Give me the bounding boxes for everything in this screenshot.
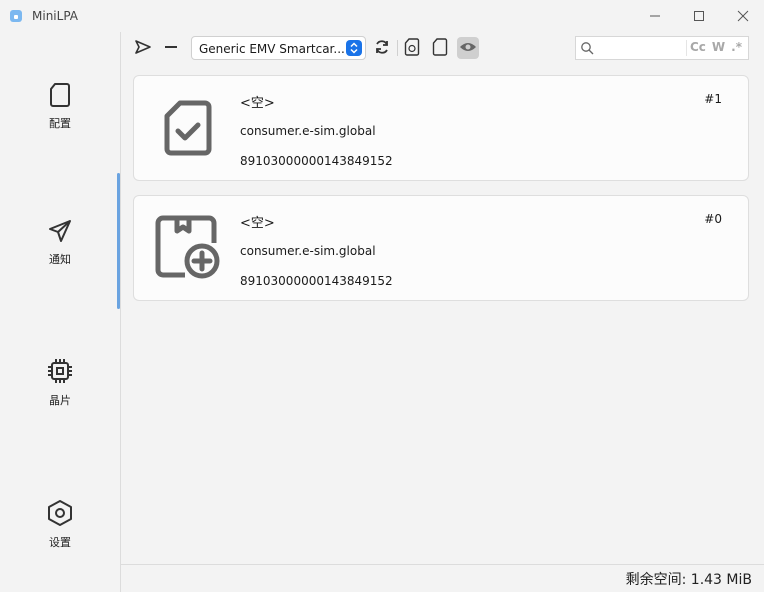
status-bar: 剩余空间: 1.43 MiB — [121, 564, 764, 592]
notification-card[interactable]: <空> consumer.e-sim.global 89103000000143… — [133, 195, 749, 301]
search-options: Cc W .* — [690, 40, 748, 54]
refresh-button[interactable] — [371, 37, 393, 59]
refresh-icon — [374, 39, 390, 58]
minimize-button[interactable] — [632, 0, 678, 32]
iccid: 89103000000143849152 — [240, 154, 393, 168]
notification-card[interactable]: <空> consumer.e-sim.global 89103000000143… — [133, 75, 749, 181]
sim-check-icon — [150, 90, 226, 166]
search-separator — [686, 40, 687, 56]
match-case-toggle[interactable]: Cc — [690, 40, 706, 54]
card-reader-select[interactable]: Generic EMV Smartcar... — [191, 36, 366, 60]
main-panel: Generic EMV Smartcar... Cc W .* <空> cons… — [121, 32, 764, 564]
sidebar-item-chip[interactable]: 晶片 — [0, 342, 120, 422]
paper-plane-icon — [47, 218, 73, 247]
sim-card-icon — [48, 82, 72, 111]
whole-word-toggle[interactable]: W — [712, 40, 725, 54]
sim-add-icon — [150, 210, 226, 286]
maximize-button[interactable] — [676, 0, 722, 32]
card-reader-value: Generic EMV Smartcar... — [199, 42, 345, 56]
send-button[interactable] — [132, 37, 154, 59]
toolbar-divider — [397, 40, 398, 56]
profile-name: <空> — [240, 96, 275, 111]
sim-refresh-button[interactable] — [401, 37, 423, 59]
sidebar-item-label: 设置 — [49, 535, 71, 549]
sim-card-icon — [432, 37, 448, 59]
title-bar: MiniLPA — [0, 0, 764, 32]
minus-icon — [163, 39, 179, 58]
sidebar-item-label: 配置 — [49, 116, 71, 130]
toolbar: Generic EMV Smartcar... Cc W .* — [121, 32, 764, 64]
sim-refresh-icon — [404, 37, 420, 59]
sidebar-item-label: 通知 — [49, 252, 71, 266]
search-icon — [580, 41, 594, 58]
window-title: MiniLPA — [32, 9, 78, 23]
sequence-number: #1 — [704, 92, 722, 106]
profile-name: <空> — [240, 216, 275, 231]
send-icon — [134, 39, 152, 58]
sidebar: 配置 通知 晶片 设置 — [0, 32, 120, 592]
eye-icon — [459, 40, 477, 57]
sidebar-item-label: 晶片 — [49, 393, 71, 407]
app-logo-icon — [9, 9, 23, 23]
chip-icon — [46, 357, 74, 388]
regex-toggle[interactable]: .* — [731, 40, 742, 54]
sidebar-item-notifications[interactable]: 通知 — [0, 202, 120, 282]
iccid: 89103000000143849152 — [240, 274, 393, 288]
sidebar-item-settings[interactable]: 设置 — [0, 484, 120, 564]
sidebar-item-profiles[interactable]: 配置 — [0, 66, 120, 146]
remove-button[interactable] — [160, 37, 182, 59]
sequence-number: #0 — [704, 212, 722, 226]
hexagon-settings-icon — [46, 499, 74, 530]
provider-name: consumer.e-sim.global — [240, 124, 376, 138]
provider-name: consumer.e-sim.global — [240, 244, 376, 258]
sim-button[interactable] — [429, 37, 451, 59]
search-input[interactable]: Cc W .* — [575, 36, 749, 60]
visibility-toggle-button[interactable] — [457, 37, 479, 59]
chevron-up-down-icon — [346, 40, 362, 56]
close-button[interactable] — [720, 0, 764, 32]
free-space-status: 剩余空间: 1.43 MiB — [625, 572, 752, 588]
